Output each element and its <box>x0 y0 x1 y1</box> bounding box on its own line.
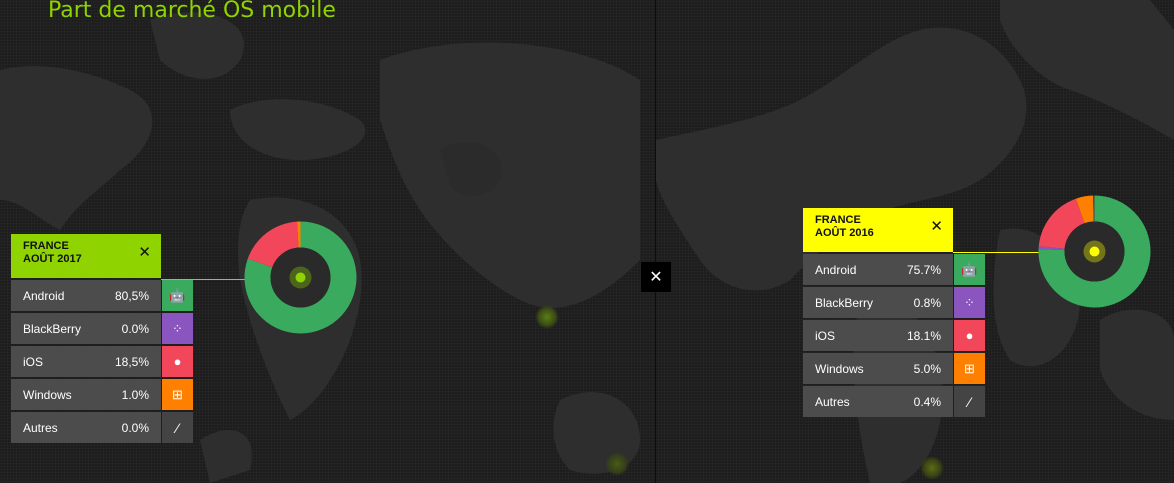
os-share-value: 0.0% <box>121 420 149 435</box>
os-share-value: 18.1% <box>906 328 941 343</box>
os-row-windows[interactable]: Windows 1.0% ⊞ <box>11 379 193 410</box>
os-row-cell: Android 75.7% <box>803 254 953 285</box>
os-row-android[interactable]: Android 75.7% 🤖 <box>803 254 985 285</box>
blackberry-icon: ⁘ <box>162 313 193 344</box>
android-icon: 🤖 <box>954 254 985 285</box>
os-name: iOS <box>23 354 44 369</box>
os-name: BlackBerry <box>23 321 82 336</box>
close-icon[interactable]: ✕ <box>138 245 151 260</box>
os-row-cell: Autres 0.4% <box>803 386 953 417</box>
donut-chart-left <box>244 221 357 334</box>
blackberry-icon: ⁘ <box>954 287 985 318</box>
os-row-cell: BlackBerry 0.0% <box>11 313 161 344</box>
slash-icon: ⁄ <box>954 386 985 417</box>
os-share-value: 75.7% <box>906 262 941 277</box>
android-icon: 🤖 <box>162 280 193 311</box>
os-row-ios[interactable]: iOS 18,5% ● <box>11 346 193 377</box>
os-share-value: 1.0% <box>121 387 149 402</box>
os-share-value: 5.0% <box>913 361 941 376</box>
close-icon[interactable]: ✕ <box>641 262 671 292</box>
os-share-value: 18,5% <box>114 354 149 369</box>
os-name: Windows <box>23 387 72 402</box>
os-row-autres[interactable]: Autres 0.0% ⁄ <box>11 412 193 443</box>
os-row-cell: Windows 1.0% <box>11 379 161 410</box>
os-row-cell: BlackBerry 0.8% <box>803 287 953 318</box>
os-share-value: 0.8% <box>913 295 941 310</box>
left-panel-header: FRANCE AOÛT 2017 ✕ <box>11 234 161 278</box>
os-name: Windows <box>815 361 864 376</box>
location-marker[interactable] <box>295 272 306 283</box>
os-name: Autres <box>23 420 58 435</box>
os-row-blackberry[interactable]: BlackBerry 0.8% ⁘ <box>803 287 985 318</box>
apple-icon: ● <box>162 346 193 377</box>
windows-icon: ⊞ <box>954 353 985 384</box>
map-hotspot <box>535 305 559 329</box>
page-title: Part de marché OS mobile <box>48 0 336 23</box>
os-row-cell: Windows 5.0% <box>803 353 953 384</box>
donut-chart-right <box>1038 195 1151 308</box>
os-row-android[interactable]: Android 80,5% 🤖 <box>11 280 193 311</box>
os-row-cell: iOS 18,5% <box>11 346 161 377</box>
os-name: BlackBerry <box>815 295 874 310</box>
os-share-value: 0.4% <box>913 394 941 409</box>
os-share-value: 80,5% <box>114 288 149 303</box>
apple-icon: ● <box>954 320 985 351</box>
os-share-value: 0.0% <box>121 321 149 336</box>
os-row-ios[interactable]: iOS 18.1% ● <box>803 320 985 351</box>
os-name: iOS <box>815 328 836 343</box>
os-row-cell: Android 80,5% <box>11 280 161 311</box>
map-hotspot <box>920 456 944 480</box>
map-hotspot <box>605 452 629 476</box>
os-row-autres[interactable]: Autres 0.4% ⁄ <box>803 386 985 417</box>
os-name: Android <box>23 288 65 303</box>
os-row-cell: iOS 18.1% <box>803 320 953 351</box>
os-row-cell: Autres 0.0% <box>11 412 161 443</box>
close-icon[interactable]: ✕ <box>930 219 943 234</box>
os-name: Android <box>815 262 857 277</box>
os-row-blackberry[interactable]: BlackBerry 0.0% ⁘ <box>11 313 193 344</box>
split-divider <box>655 0 656 483</box>
location-marker[interactable] <box>1089 246 1100 257</box>
os-name: Autres <box>815 394 850 409</box>
right-info-panel: FRANCE AOÛT 2016 ✕ Android 75.7% 🤖 BlackBer… <box>803 208 985 417</box>
slash-icon: ⁄ <box>162 412 193 443</box>
left-info-panel: FRANCE AOÛT 2017 ✕ Android 80,5% 🤖 BlackBer… <box>11 234 193 443</box>
right-panel-header: FRANCE AOÛT 2016 ✕ <box>803 208 953 252</box>
os-row-windows[interactable]: Windows 5.0% ⊞ <box>803 353 985 384</box>
windows-icon: ⊞ <box>162 379 193 410</box>
